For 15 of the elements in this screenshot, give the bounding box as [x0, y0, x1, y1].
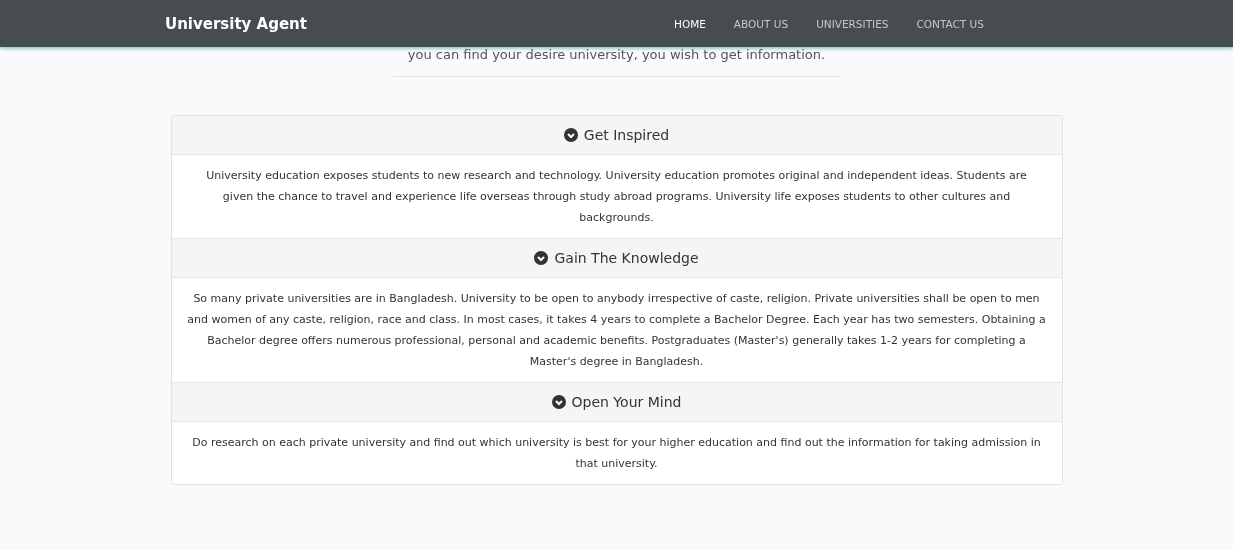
section-title: Gain The Knowledge: [554, 250, 699, 266]
section-text: So many private universities are in Bangladesh. University to be open to anybody irrespective of caste, religion. Private universities shall be open to men and women of any caste, religion, race and class. In most cases, it takes 4 years to complete a Bachelor Degree. Each year has two semesters. Obtaining a Bachelor degree offers numerous professional, personal and academic benefits. Postgraduates (Master's) generally takes 1-2 years for completing a Master's degree in Bangladesh.: [186, 291, 1047, 370]
nav-link[interactable]: CONTACT US: [902, 17, 998, 30]
nav-link[interactable]: UNIVERSITIES: [802, 17, 903, 30]
intro-text: you can find your desire university, you wish to get information.: [406, 47, 827, 62]
chevron-down-circle-icon: [534, 251, 549, 265]
section-title: Get Inspired: [583, 127, 670, 143]
section-title: Open Your Mind: [571, 394, 682, 410]
section-text: University education exposes students to new research and technology. University education promotes original and independent ideas. Students are given the chance to travel and experience life overseas through study abroad programs. University life exposes students to other cultures and backgrounds.: [205, 168, 1028, 226]
nav-link[interactable]: ABOUT US: [719, 17, 803, 30]
chevron-down-circle-icon: [563, 128, 578, 142]
section-text: Do research on each private university and find out which university is best for your higher education and find out the information for taking admission in that university.: [191, 435, 1042, 472]
nav-link[interactable]: HOME: [660, 17, 720, 30]
brand-title[interactable]: University Agent: [165, 14, 660, 33]
chevron-down-circle-icon: [551, 395, 566, 409]
